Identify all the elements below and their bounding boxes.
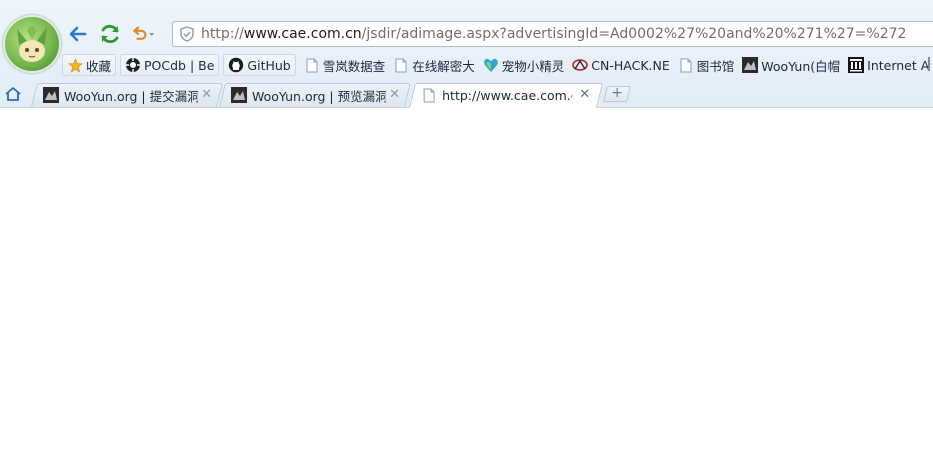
bookmarks-overflow-handle[interactable] <box>928 57 930 71</box>
tab-title: WooYun.org | 提交漏洞 <box>64 88 198 104</box>
url-prefix: http:// <box>201 26 244 42</box>
security-shield-icon[interactable] <box>179 26 195 46</box>
home-icon <box>5 87 21 101</box>
refresh-button[interactable] <box>98 22 122 46</box>
plus-icon: + <box>611 85 623 101</box>
bookmark-label: CN-HACK.NE <box>591 57 670 73</box>
undo-icon <box>133 26 155 40</box>
bookmark-label: POCdb | Be <box>144 57 215 73</box>
bookmark-label: 在线解密大 <box>412 58 475 74</box>
bookmark-label: Internet A <box>867 57 930 73</box>
bookmark-github[interactable]: GitHub <box>223 54 296 76</box>
tab-strip: WooYun.org | 提交漏洞 ✕ WooYun.org | 预览漏洞 ✕ … <box>0 81 933 108</box>
bookmark-pocdb[interactable]: POCdb | Be <box>120 54 220 76</box>
cnhack-icon <box>572 57 589 73</box>
tab-wooyun-submit[interactable]: WooYun.org | 提交漏洞 ✕ <box>31 83 223 107</box>
bookmark-wooyun[interactable]: WooYun(白帽 <box>738 54 844 76</box>
archive-icon <box>848 57 865 73</box>
chevron-down-icon <box>149 33 155 36</box>
pet-icon <box>483 57 499 73</box>
url-path: /jsdir/adimage.aspx?advertisingId=Ad0002… <box>361 26 907 42</box>
page-icon <box>393 57 409 73</box>
bookmark-pet[interactable]: 宠物小精灵 <box>479 54 569 76</box>
browser-chrome: http://www.cae.com.cn/jsdir/adimage.aspx… <box>0 0 933 108</box>
bookmark-decrypt[interactable]: 在线解密大 <box>389 54 479 76</box>
bookmark-label: GitHub <box>247 57 291 73</box>
bookmark-internet-archive[interactable]: Internet A <box>844 54 933 76</box>
bookmark-label: WooYun(白帽 <box>761 58 841 74</box>
undo-close-tab-button[interactable] <box>131 22 155 46</box>
wooyun-icon <box>231 87 247 103</box>
page-content-area <box>0 108 933 451</box>
page-icon <box>421 87 437 103</box>
url-domain: www.cae.com.cn <box>243 26 362 42</box>
bookmarks-bar: 收藏 POCdb | Be GitHub 雪岚数据查 在线解密大 宠物小精灵 C… <box>62 54 933 76</box>
refresh-icon <box>101 24 119 44</box>
bookmark-xuelan[interactable]: 雪岚数据查 <box>300 54 390 76</box>
bookmark-label: 宠物小精灵 <box>501 58 565 74</box>
tab-close-icon[interactable]: ✕ <box>201 87 212 102</box>
address-bar[interactable]: http://www.cae.com.cn/jsdir/adimage.aspx… <box>172 21 933 47</box>
page-icon <box>678 57 694 73</box>
tab-close-icon[interactable]: ✕ <box>389 87 400 102</box>
tab-title: WooYun.org | 预览漏洞 <box>252 88 386 104</box>
bookmark-label: 图书馆 <box>696 58 735 74</box>
wooyun-icon <box>742 57 759 73</box>
tab-wooyun-preview[interactable]: WooYun.org | 预览漏洞 ✕ <box>219 83 411 107</box>
bookmark-label: 雪岚数据查 <box>322 58 386 74</box>
tab-title: http://www.cae.com.cn <box>442 87 573 103</box>
leafeon-avatar-icon <box>17 26 47 62</box>
url-text[interactable]: http://www.cae.com.cn/jsdir/adimage.aspx… <box>201 26 906 42</box>
pocdb-icon <box>125 57 141 73</box>
tab-close-icon[interactable]: ✕ <box>579 87 590 102</box>
back-arrow-icon <box>69 26 87 42</box>
page-icon <box>304 57 320 73</box>
star-icon <box>67 57 83 73</box>
github-icon <box>228 57 244 73</box>
wooyun-icon <box>43 87 59 103</box>
tab-cae-active[interactable]: http://www.cae.com.cn ✕ <box>408 83 604 108</box>
back-button[interactable] <box>66 22 90 46</box>
home-button[interactable] <box>4 86 22 106</box>
bookmark-cnhack[interactable]: CN-HACK.NE <box>568 54 673 76</box>
bookmark-library[interactable]: 图书馆 <box>674 54 739 76</box>
new-tab-button[interactable]: + <box>603 85 631 102</box>
user-avatar[interactable] <box>3 15 61 73</box>
bookmark-label: 收藏 <box>86 58 112 74</box>
bookmark-favorites[interactable]: 收藏 <box>62 54 117 76</box>
